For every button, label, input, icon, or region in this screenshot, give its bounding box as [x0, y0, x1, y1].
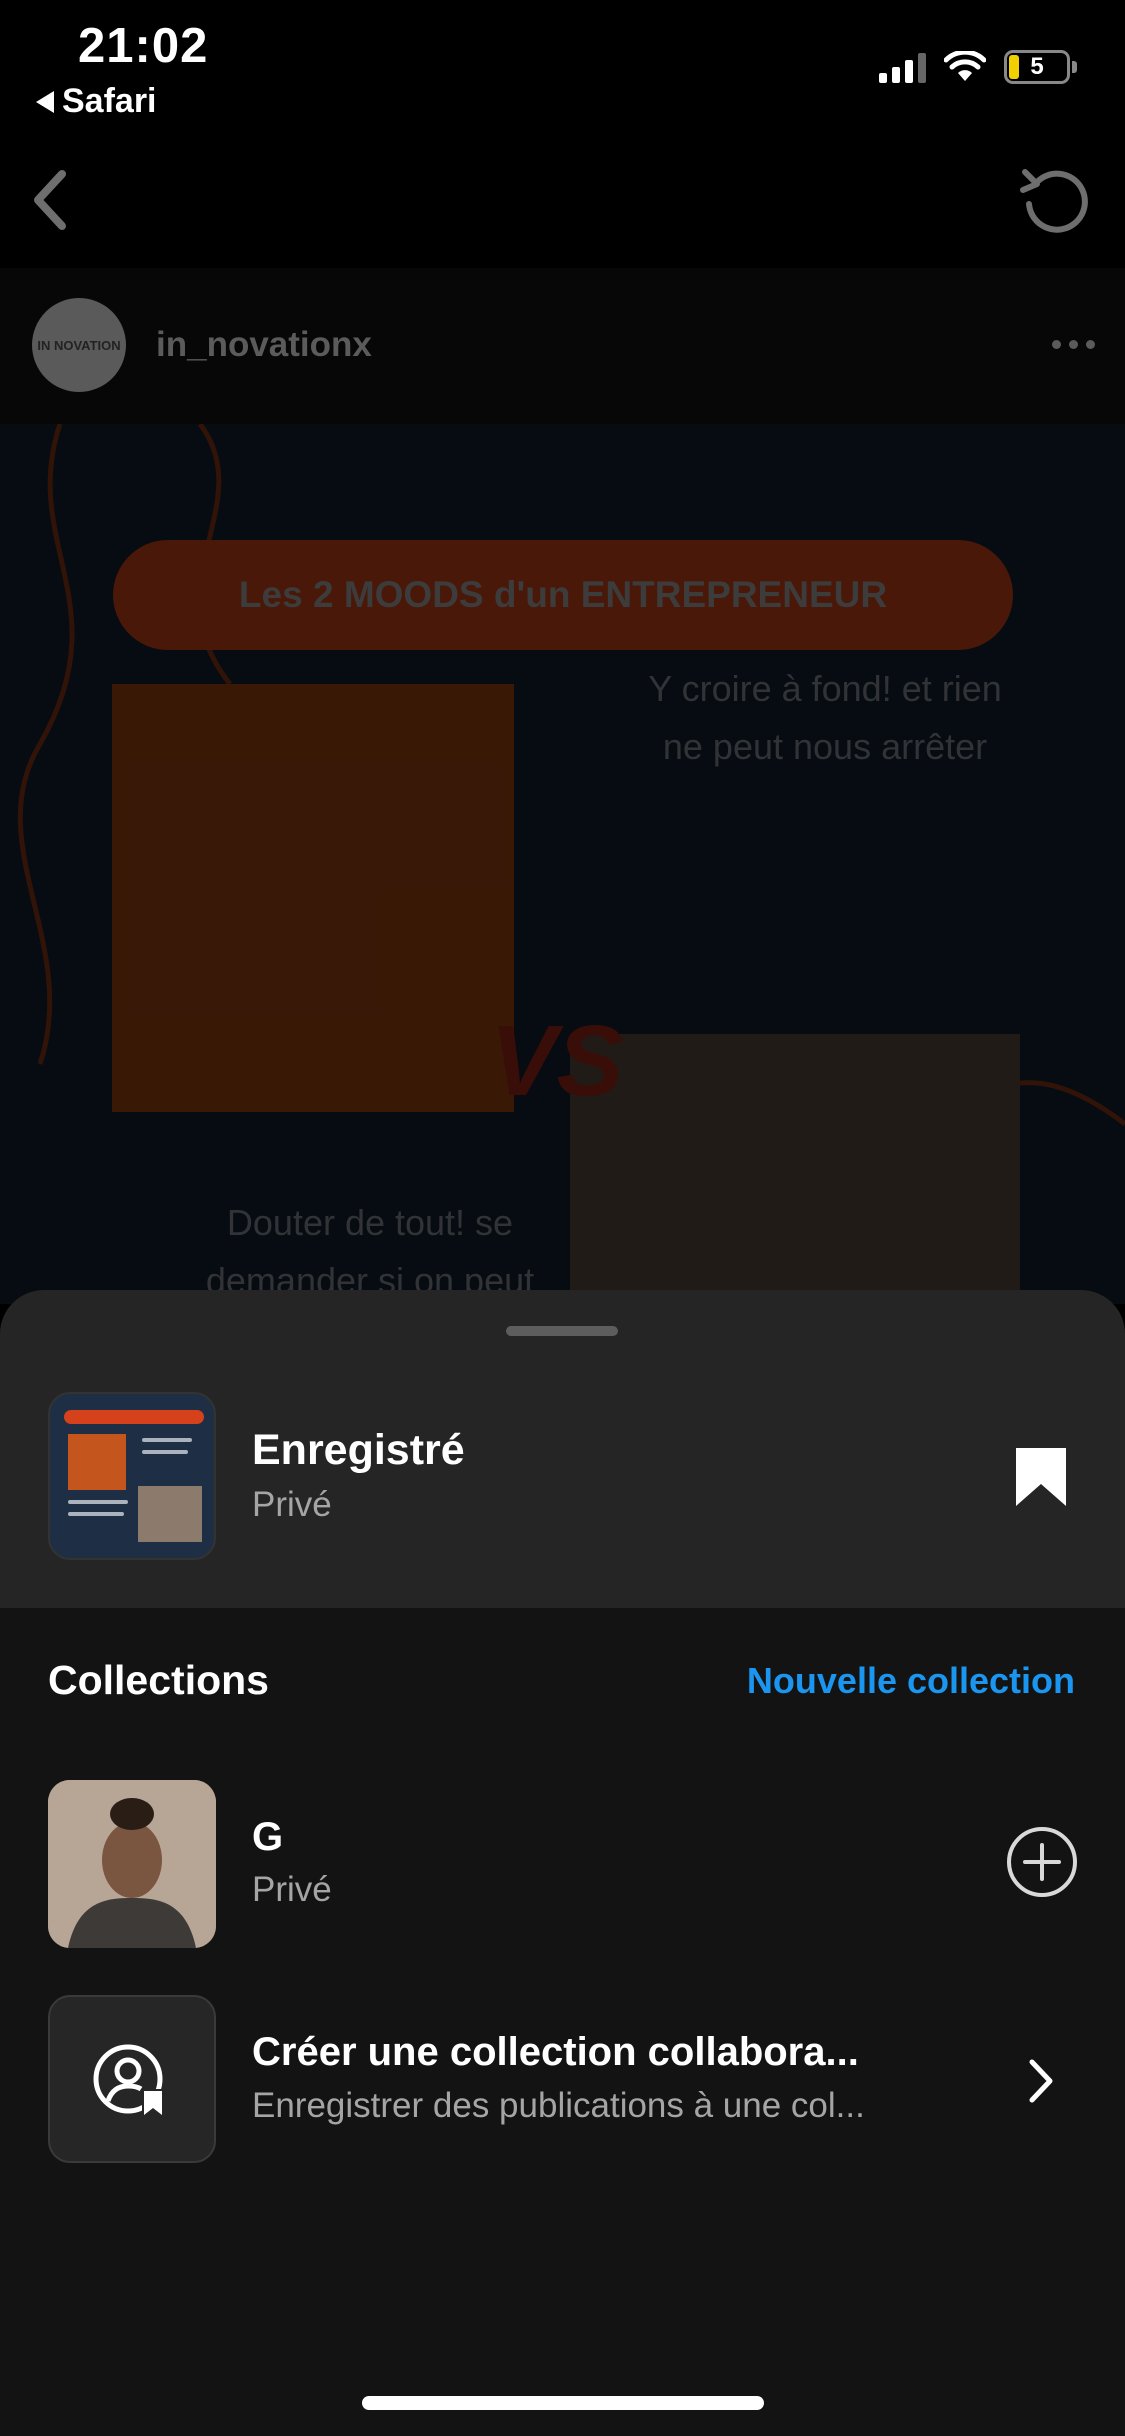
more-icon[interactable] — [1052, 340, 1095, 349]
saved-subtitle: Privé — [252, 1485, 332, 1524]
collab-collection-subtitle: Enregistrer des publications à une col..… — [252, 2086, 865, 2125]
avatar-text: IN NOVATION — [37, 337, 121, 353]
post-header: IN NOVATION in_novationx — [0, 268, 1125, 424]
chevron-right-icon[interactable] — [1026, 2058, 1056, 2104]
home-indicator[interactable] — [362, 2396, 764, 2410]
bookmark-icon[interactable] — [1014, 1446, 1068, 1508]
collection-thumbnail[interactable] — [48, 1780, 216, 1948]
save-bottom-sheet: Enregistré Privé Collections Nouvelle co… — [0, 1290, 1125, 2436]
sheet-grabber[interactable] — [506, 1326, 618, 1336]
saved-post-thumbnail — [48, 1392, 216, 1560]
refresh-icon[interactable] — [1015, 160, 1095, 240]
collection-subtitle: Privé — [252, 1870, 332, 1909]
collections-heading: Collections — [48, 1657, 269, 1703]
post-image: Les 2 MOODS d'un ENTREPRENEUR Y croire à… — [0, 424, 1125, 1304]
collection-name[interactable]: G — [252, 1815, 283, 1860]
back-app-label: Safari — [62, 82, 157, 120]
back-arrow-icon[interactable] — [20, 160, 80, 240]
collab-user-icon — [93, 2044, 164, 2115]
status-time: 21:02 — [78, 19, 209, 73]
collab-collection-thumbnail[interactable] — [48, 1995, 216, 2163]
plus-circle-icon[interactable] — [1005, 1825, 1079, 1899]
new-collection-button[interactable]: Nouvelle collection — [747, 1660, 1075, 1702]
username[interactable]: in_novationx — [156, 325, 372, 365]
back-triangle-icon — [36, 90, 54, 113]
collab-collection-title[interactable]: Créer une collection collabora... — [252, 2030, 972, 2075]
collection-photo — [48, 1780, 216, 1948]
back-to-safari[interactable]: Safari — [36, 82, 157, 121]
cellular-signal-icon — [879, 51, 926, 83]
status-indicators: 5 — [879, 50, 1077, 84]
battery-icon: 5 — [1004, 50, 1070, 84]
saved-title: Enregistré — [252, 1426, 465, 1474]
saved-section: Enregistré Privé — [0, 1290, 1125, 1608]
avatar[interactable]: IN NOVATION — [32, 298, 126, 392]
wifi-icon — [944, 51, 986, 81]
battery-level: 5 — [1030, 53, 1044, 80]
